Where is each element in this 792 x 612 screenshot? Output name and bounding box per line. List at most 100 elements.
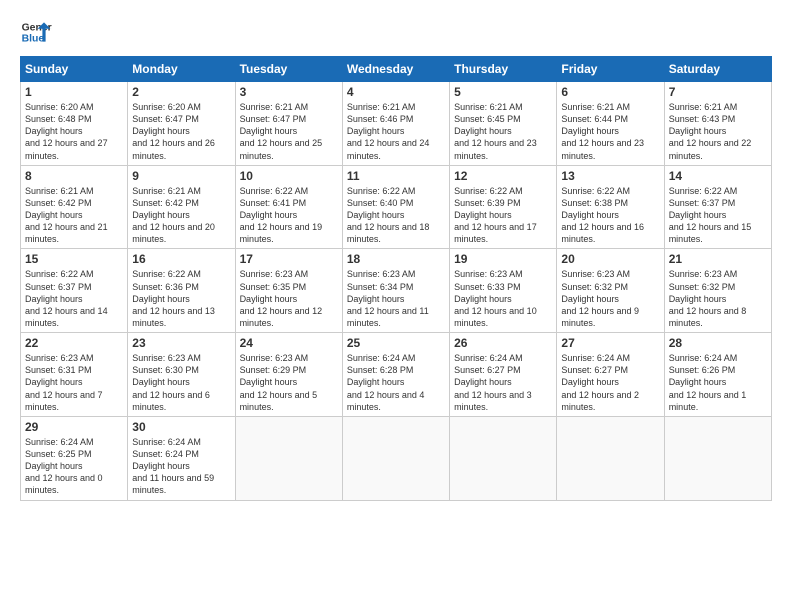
calendar-page: General Blue Sunday Monday Tuesday Wedne… (0, 0, 792, 612)
day-cell-21: 21 Sunrise: 6:23 AMSunset: 6:32 PMDaylig… (664, 249, 771, 333)
day-info: Sunrise: 6:22 AMSunset: 6:36 PMDaylight … (132, 268, 230, 329)
day-number: 11 (347, 169, 445, 183)
day-info: Sunrise: 6:20 AMSunset: 6:47 PMDaylight … (132, 101, 230, 162)
day-info: Sunrise: 6:23 AMSunset: 6:32 PMDaylight … (669, 268, 767, 329)
empty-cell (450, 416, 557, 500)
day-info: Sunrise: 6:22 AMSunset: 6:39 PMDaylight … (454, 185, 552, 246)
day-number: 25 (347, 336, 445, 350)
day-number: 17 (240, 252, 338, 266)
day-number: 30 (132, 420, 230, 434)
day-cell-11: 11 Sunrise: 6:22 AMSunset: 6:40 PMDaylig… (342, 165, 449, 249)
day-cell-9: 9 Sunrise: 6:21 AMSunset: 6:42 PMDayligh… (128, 165, 235, 249)
day-info: Sunrise: 6:24 AMSunset: 6:27 PMDaylight … (454, 352, 552, 413)
day-info: Sunrise: 6:23 AMSunset: 6:30 PMDaylight … (132, 352, 230, 413)
day-info: Sunrise: 6:22 AMSunset: 6:40 PMDaylight … (347, 185, 445, 246)
empty-cell (235, 416, 342, 500)
day-info: Sunrise: 6:24 AMSunset: 6:28 PMDaylight … (347, 352, 445, 413)
day-info: Sunrise: 6:23 AMSunset: 6:29 PMDaylight … (240, 352, 338, 413)
day-cell-30: 30 Sunrise: 6:24 AMSunset: 6:24 PMDaylig… (128, 416, 235, 500)
day-cell-20: 20 Sunrise: 6:23 AMSunset: 6:32 PMDaylig… (557, 249, 664, 333)
day-info: Sunrise: 6:23 AMSunset: 6:35 PMDaylight … (240, 268, 338, 329)
day-info: Sunrise: 6:23 AMSunset: 6:34 PMDaylight … (347, 268, 445, 329)
day-cell-27: 27 Sunrise: 6:24 AMSunset: 6:27 PMDaylig… (557, 333, 664, 417)
day-number: 20 (561, 252, 659, 266)
day-number: 22 (25, 336, 123, 350)
day-info: Sunrise: 6:22 AMSunset: 6:37 PMDaylight … (25, 268, 123, 329)
day-cell-22: 22 Sunrise: 6:23 AMSunset: 6:31 PMDaylig… (21, 333, 128, 417)
day-number: 15 (25, 252, 123, 266)
day-number: 12 (454, 169, 552, 183)
day-number: 8 (25, 169, 123, 183)
day-info: Sunrise: 6:24 AMSunset: 6:25 PMDaylight … (25, 436, 123, 497)
day-cell-15: 15 Sunrise: 6:22 AMSunset: 6:37 PMDaylig… (21, 249, 128, 333)
calendar-week-5: 29 Sunrise: 6:24 AMSunset: 6:25 PMDaylig… (21, 416, 772, 500)
day-number: 10 (240, 169, 338, 183)
header: General Blue (20, 16, 772, 48)
day-number: 16 (132, 252, 230, 266)
day-cell-23: 23 Sunrise: 6:23 AMSunset: 6:30 PMDaylig… (128, 333, 235, 417)
day-info: Sunrise: 6:20 AMSunset: 6:48 PMDaylight … (25, 101, 123, 162)
col-thursday: Thursday (450, 57, 557, 82)
day-cell-10: 10 Sunrise: 6:22 AMSunset: 6:41 PMDaylig… (235, 165, 342, 249)
day-cell-16: 16 Sunrise: 6:22 AMSunset: 6:36 PMDaylig… (128, 249, 235, 333)
day-number: 3 (240, 85, 338, 99)
col-monday: Monday (128, 57, 235, 82)
day-cell-24: 24 Sunrise: 6:23 AMSunset: 6:29 PMDaylig… (235, 333, 342, 417)
day-info: Sunrise: 6:23 AMSunset: 6:31 PMDaylight … (25, 352, 123, 413)
logo-icon: General Blue (20, 16, 52, 48)
day-cell-1: 1 Sunrise: 6:20 AMSunset: 6:48 PMDayligh… (21, 82, 128, 166)
day-number: 21 (669, 252, 767, 266)
day-cell-12: 12 Sunrise: 6:22 AMSunset: 6:39 PMDaylig… (450, 165, 557, 249)
day-cell-4: 4 Sunrise: 6:21 AMSunset: 6:46 PMDayligh… (342, 82, 449, 166)
day-cell-6: 6 Sunrise: 6:21 AMSunset: 6:44 PMDayligh… (557, 82, 664, 166)
calendar-week-4: 22 Sunrise: 6:23 AMSunset: 6:31 PMDaylig… (21, 333, 772, 417)
day-info: Sunrise: 6:24 AMSunset: 6:24 PMDaylight … (132, 436, 230, 497)
day-number: 4 (347, 85, 445, 99)
col-friday: Friday (557, 57, 664, 82)
day-number: 1 (25, 85, 123, 99)
day-info: Sunrise: 6:22 AMSunset: 6:41 PMDaylight … (240, 185, 338, 246)
logo: General Blue (20, 16, 52, 48)
day-info: Sunrise: 6:23 AMSunset: 6:33 PMDaylight … (454, 268, 552, 329)
day-info: Sunrise: 6:22 AMSunset: 6:38 PMDaylight … (561, 185, 659, 246)
col-sunday: Sunday (21, 57, 128, 82)
day-number: 19 (454, 252, 552, 266)
calendar-week-2: 8 Sunrise: 6:21 AMSunset: 6:42 PMDayligh… (21, 165, 772, 249)
day-number: 28 (669, 336, 767, 350)
day-info: Sunrise: 6:21 AMSunset: 6:42 PMDaylight … (25, 185, 123, 246)
col-tuesday: Tuesday (235, 57, 342, 82)
day-info: Sunrise: 6:21 AMSunset: 6:46 PMDaylight … (347, 101, 445, 162)
day-info: Sunrise: 6:21 AMSunset: 6:44 PMDaylight … (561, 101, 659, 162)
col-saturday: Saturday (664, 57, 771, 82)
day-cell-13: 13 Sunrise: 6:22 AMSunset: 6:38 PMDaylig… (557, 165, 664, 249)
day-number: 6 (561, 85, 659, 99)
day-cell-19: 19 Sunrise: 6:23 AMSunset: 6:33 PMDaylig… (450, 249, 557, 333)
day-cell-26: 26 Sunrise: 6:24 AMSunset: 6:27 PMDaylig… (450, 333, 557, 417)
day-number: 13 (561, 169, 659, 183)
day-number: 14 (669, 169, 767, 183)
day-number: 26 (454, 336, 552, 350)
col-wednesday: Wednesday (342, 57, 449, 82)
day-info: Sunrise: 6:21 AMSunset: 6:47 PMDaylight … (240, 101, 338, 162)
empty-cell (664, 416, 771, 500)
calendar-table: Sunday Monday Tuesday Wednesday Thursday… (20, 56, 772, 501)
day-cell-7: 7 Sunrise: 6:21 AMSunset: 6:43 PMDayligh… (664, 82, 771, 166)
day-number: 27 (561, 336, 659, 350)
day-cell-18: 18 Sunrise: 6:23 AMSunset: 6:34 PMDaylig… (342, 249, 449, 333)
day-number: 24 (240, 336, 338, 350)
day-info: Sunrise: 6:23 AMSunset: 6:32 PMDaylight … (561, 268, 659, 329)
day-number: 2 (132, 85, 230, 99)
day-number: 18 (347, 252, 445, 266)
day-cell-2: 2 Sunrise: 6:20 AMSunset: 6:47 PMDayligh… (128, 82, 235, 166)
day-number: 5 (454, 85, 552, 99)
day-cell-5: 5 Sunrise: 6:21 AMSunset: 6:45 PMDayligh… (450, 82, 557, 166)
svg-text:Blue: Blue (22, 34, 45, 45)
day-info: Sunrise: 6:24 AMSunset: 6:26 PMDaylight … (669, 352, 767, 413)
day-cell-8: 8 Sunrise: 6:21 AMSunset: 6:42 PMDayligh… (21, 165, 128, 249)
day-info: Sunrise: 6:21 AMSunset: 6:43 PMDaylight … (669, 101, 767, 162)
calendar-week-3: 15 Sunrise: 6:22 AMSunset: 6:37 PMDaylig… (21, 249, 772, 333)
calendar-week-1: 1 Sunrise: 6:20 AMSunset: 6:48 PMDayligh… (21, 82, 772, 166)
day-cell-28: 28 Sunrise: 6:24 AMSunset: 6:26 PMDaylig… (664, 333, 771, 417)
day-info: Sunrise: 6:21 AMSunset: 6:42 PMDaylight … (132, 185, 230, 246)
day-cell-14: 14 Sunrise: 6:22 AMSunset: 6:37 PMDaylig… (664, 165, 771, 249)
